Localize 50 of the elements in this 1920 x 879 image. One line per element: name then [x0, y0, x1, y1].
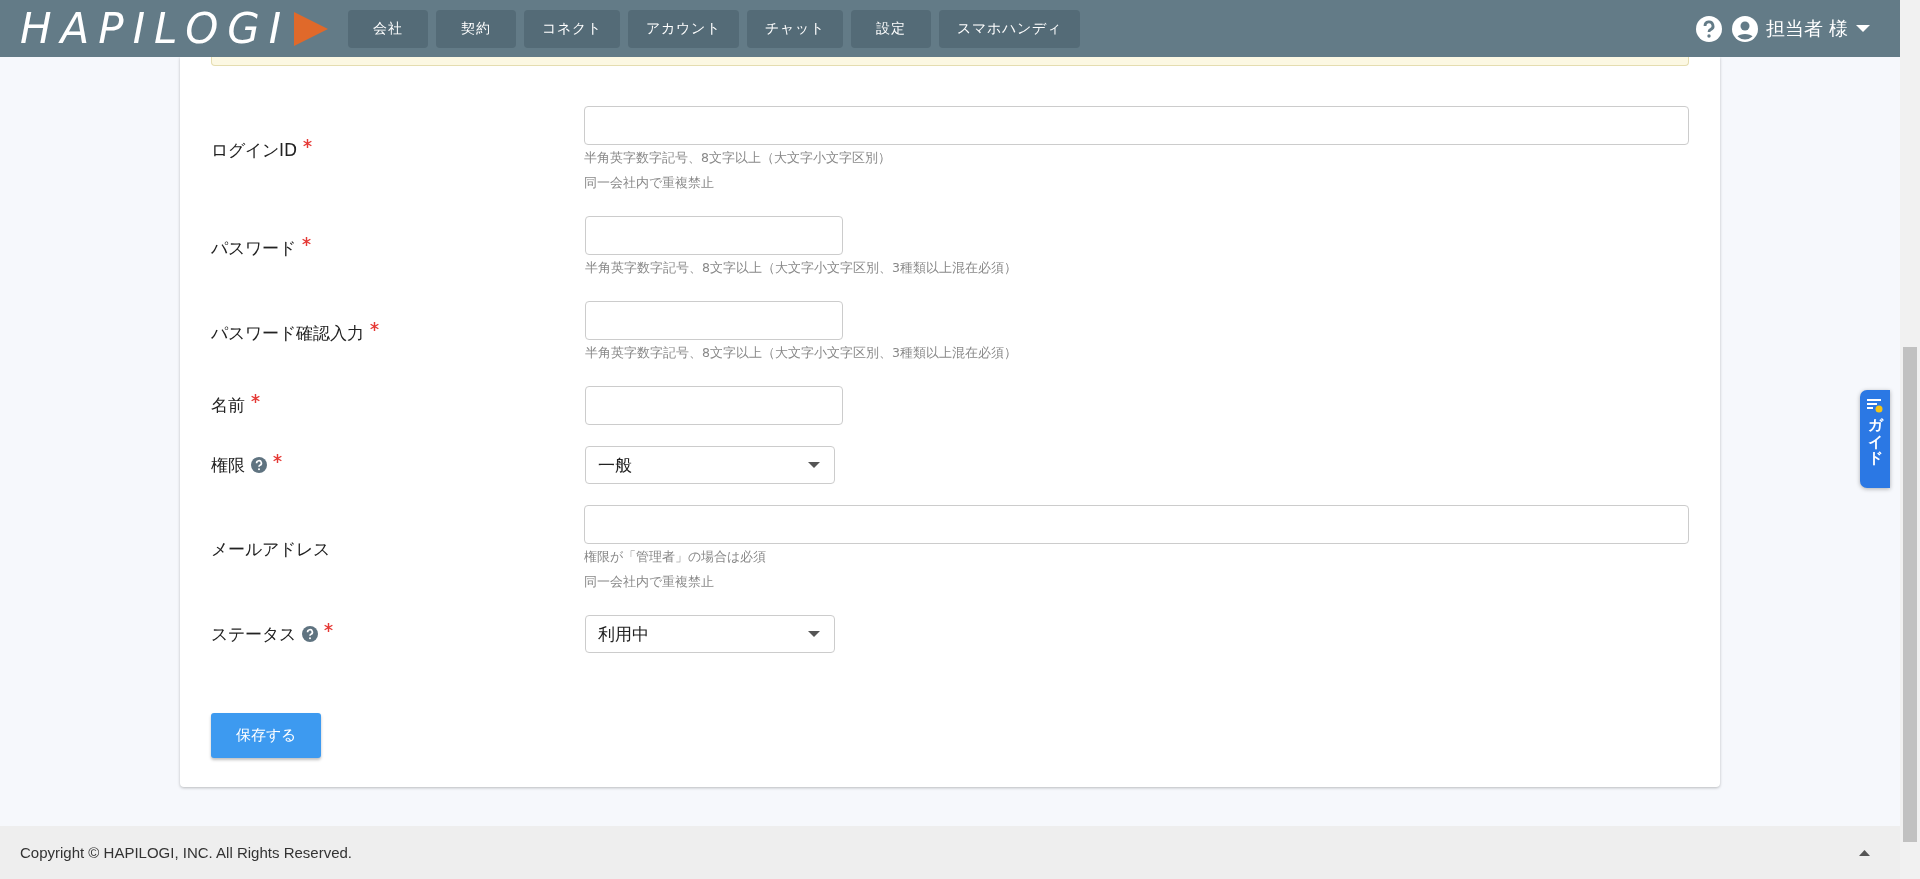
input-field[interactable]: [584, 106, 1689, 145]
field-label: パスワード: [211, 236, 296, 260]
hint-text: 半角英字数字記号、8文字以上（大文字小文字区別）: [584, 149, 892, 167]
field-label: ステータス: [211, 622, 296, 646]
caret-icon: [808, 462, 820, 468]
nav-button[interactable]: チャット: [747, 9, 844, 48]
nav-button[interactable]: スマホハンディ: [939, 9, 1081, 48]
nav-button[interactable]: 契約: [436, 9, 517, 48]
hint-text: 権限が「管理者」の場合は必須: [584, 548, 767, 566]
save-button[interactable]: 保存する: [211, 713, 321, 758]
required-icon: [273, 453, 282, 463]
caret-icon: [1856, 25, 1870, 32]
required-icon: [251, 394, 260, 403]
field-label: ログインID: [211, 139, 298, 162]
field-label: 名前: [211, 394, 245, 417]
user-menu[interactable]: 担当者 様: [1731, 15, 1870, 42]
hint-text: 同一会社内で重複禁止: [584, 573, 715, 591]
input-field[interactable]: [585, 301, 843, 340]
help-icon[interactable]: [251, 457, 267, 473]
play-triangle-icon: [294, 11, 329, 46]
help-icon[interactable]: [302, 626, 318, 642]
input-field[interactable]: [585, 216, 843, 255]
input-field[interactable]: [584, 505, 1689, 544]
help-icon[interactable]: [1695, 15, 1722, 42]
copyright-text: Copyright © HAPILOGI, INC. All Rights Reserved.: [20, 844, 352, 861]
caret-icon: [808, 631, 820, 637]
nav-button[interactable]: 会社: [348, 9, 429, 48]
nav-button[interactable]: 設定: [851, 9, 932, 48]
select-field[interactable]: 利用中: [585, 615, 835, 653]
hint-text: 同一会社内で重複禁止: [584, 174, 715, 192]
scroll-top-icon[interactable]: [1859, 849, 1870, 856]
nav-button[interactable]: コネクト: [524, 9, 621, 48]
field-label: 権限: [211, 453, 245, 477]
hint-text: 半角英字数字記号、8文字以上（大文字小文字区別、3種類以上混在必須）: [585, 259, 1018, 277]
input-field[interactable]: [585, 386, 843, 425]
field-label: パスワード確認入力: [211, 321, 364, 345]
logo-text[interactable]: HAPILOGI: [20, 7, 291, 50]
guide-tab[interactable]: ガイド: [1860, 390, 1890, 488]
required-icon: [302, 236, 311, 246]
required-icon: [370, 321, 379, 331]
hint-text: 半角英字数字記号、8文字以上（大文字小文字区別、3種類以上混在必須）: [585, 344, 1018, 362]
field-label: メールアドレス: [211, 538, 330, 561]
scrollbar[interactable]: [1900, 0, 1920, 879]
required-icon: [303, 139, 313, 148]
nav-button[interactable]: アカウント: [628, 9, 740, 48]
list-icon: [1866, 398, 1884, 414]
user-avatar-icon: [1731, 15, 1758, 42]
select-field[interactable]: 一般: [585, 446, 835, 484]
required-icon: [324, 622, 333, 632]
scroll-thumb[interactable]: [1903, 347, 1917, 842]
